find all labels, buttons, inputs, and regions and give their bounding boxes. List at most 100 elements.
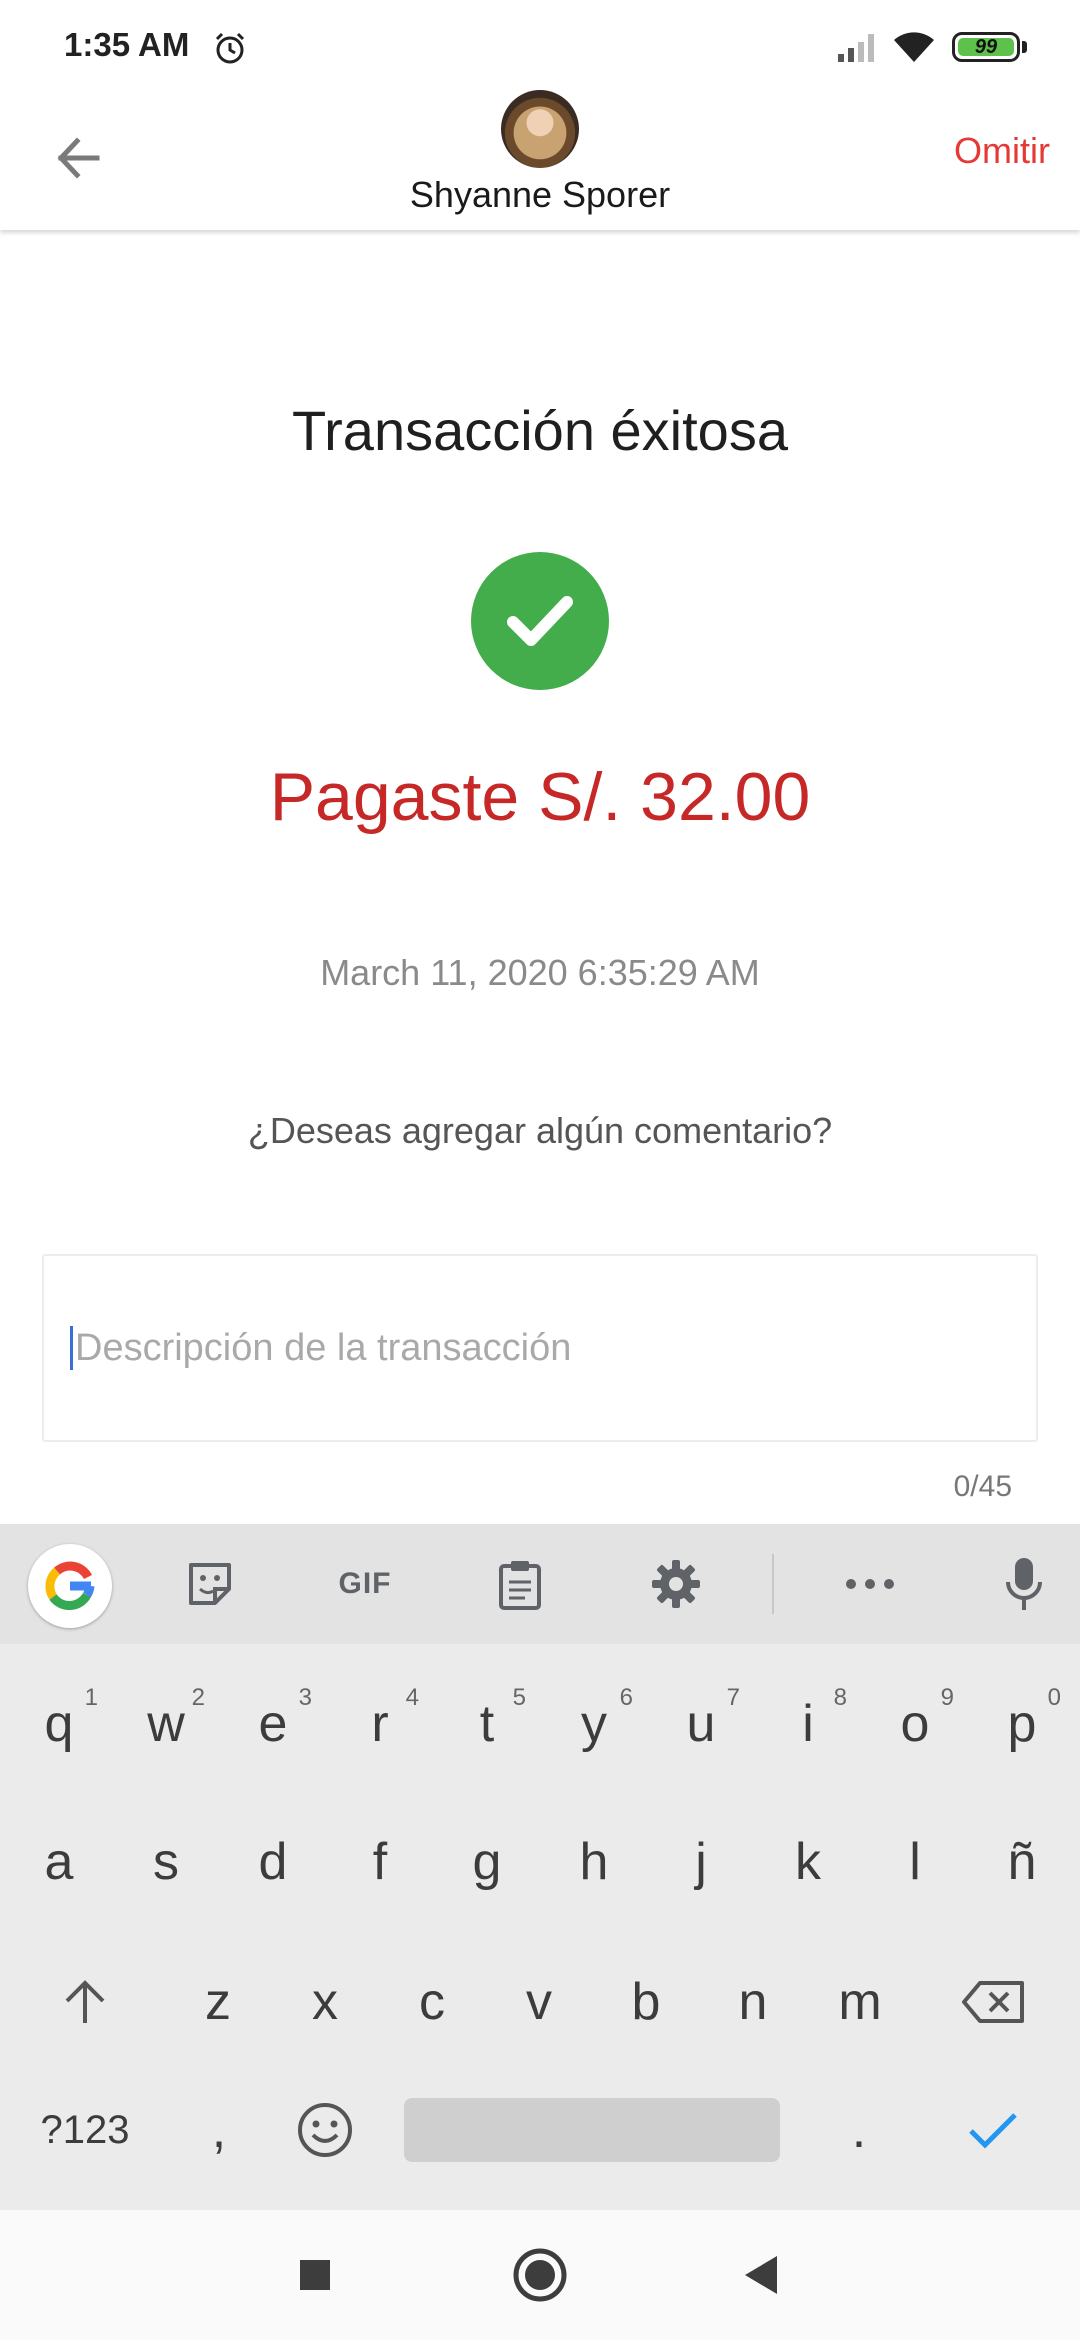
key-label: n [738, 1973, 768, 2031]
key-hint: 7 [726, 1684, 740, 1711]
app-bar: Shyanne Sporer Omitir [0, 90, 1080, 230]
key-hint: 3 [298, 1684, 312, 1711]
description-placeholder: Descripción de la transacción [75, 1326, 572, 1369]
gif-button[interactable]: GIF [330, 1554, 400, 1614]
key-hint: 9 [940, 1684, 954, 1711]
keyboard: GIF q 1 w 2 e 3 r 4 t 5 y 6 u 7 i 8 o 9 … [0, 1524, 1080, 2210]
gif-label: GIF [338, 1567, 392, 1600]
toolbar-divider [772, 1554, 774, 1614]
payment-amount: Pagaste S/. 32.00 [269, 759, 811, 835]
page-title: Transacción éxitosa [292, 399, 788, 462]
key-label: r [371, 1695, 389, 1753]
key-i[interactable]: i8 [763, 1674, 853, 1774]
gear-icon[interactable] [646, 1554, 706, 1614]
key-label: , [211, 2101, 227, 2159]
key-hint: 6 [619, 1684, 633, 1711]
key-label: d [258, 1833, 288, 1891]
key-e[interactable]: e3 [228, 1674, 318, 1774]
key-label: . [851, 2101, 867, 2159]
shift-key[interactable] [40, 1952, 130, 2052]
key-z[interactable]: z [173, 1952, 263, 2052]
contact-name: Shyanne Sporer [409, 174, 671, 215]
key-label: m [838, 1973, 882, 2031]
key-b[interactable]: b [601, 1952, 691, 2052]
sticker-icon[interactable] [180, 1554, 240, 1614]
more-icon[interactable] [840, 1554, 900, 1614]
key-n[interactable]: n [708, 1952, 798, 2052]
backspace-key[interactable] [948, 1952, 1038, 2052]
key-label: y [581, 1695, 607, 1753]
status-time: 1:35 AM [64, 26, 190, 63]
comma-key[interactable]: , [174, 2080, 264, 2180]
key-hint: 0 [1047, 1684, 1061, 1711]
circle-home-icon [513, 2248, 567, 2302]
key-hint: 2 [191, 1684, 205, 1711]
key-label: b [631, 1973, 661, 2031]
clipboard-icon[interactable] [490, 1554, 550, 1614]
key-g[interactable]: g [442, 1812, 532, 1912]
triangle-back-icon [745, 2256, 777, 2294]
skip-button[interactable]: Omitir [954, 130, 1050, 172]
key-a[interactable]: a [14, 1812, 104, 1912]
google-icon[interactable] [28, 1544, 112, 1628]
char-counter: 0/45 [953, 1470, 1012, 1503]
key-m[interactable]: m [815, 1952, 905, 2052]
navigation-bar [0, 2210, 1080, 2340]
key-j[interactable]: j [656, 1812, 746, 1912]
period-key[interactable]: . [814, 2080, 904, 2180]
key-q[interactable]: q1 [14, 1674, 104, 1774]
recents-button[interactable] [282, 2242, 348, 2308]
key-p[interactable]: p0 [977, 1674, 1067, 1774]
key-hint: 8 [833, 1684, 847, 1711]
mic-icon[interactable] [994, 1554, 1054, 1614]
key-o[interactable]: o9 [870, 1674, 960, 1774]
key-v[interactable]: v [494, 1952, 584, 2052]
key-s[interactable]: s [121, 1812, 211, 1912]
key-y[interactable]: y6 [549, 1674, 639, 1774]
done-key[interactable] [948, 2080, 1038, 2180]
key-label: h [579, 1833, 609, 1891]
key-k[interactable]: k [763, 1812, 853, 1912]
key-label: f [372, 1833, 388, 1891]
avatar [501, 90, 579, 168]
battery-level: 99 [958, 36, 1014, 58]
key-label: j [695, 1833, 707, 1891]
key-label: s [153, 1833, 179, 1891]
key-w[interactable]: w2 [121, 1674, 211, 1774]
nav-back-button[interactable] [728, 2242, 794, 2308]
key-label: i [802, 1695, 814, 1753]
check-circle-icon [471, 552, 609, 690]
key-f[interactable]: f [335, 1812, 425, 1912]
backspace-icon [962, 1981, 1024, 2023]
shift-icon [65, 1980, 105, 2023]
key-label: e [258, 1695, 288, 1753]
key-t[interactable]: t5 [442, 1674, 532, 1774]
key-d[interactable]: d [228, 1812, 318, 1912]
comment-question: ¿Deseas agregar algún comentario? [247, 1110, 833, 1151]
wifi-icon [894, 32, 934, 62]
spacebar-key[interactable] [404, 2098, 780, 2162]
symbols-key[interactable]: ?123 [30, 2080, 140, 2180]
key-label: x [312, 1973, 338, 2031]
battery-icon: 99 [952, 32, 1020, 62]
square-icon [300, 2260, 330, 2290]
home-button[interactable] [507, 2242, 573, 2308]
description-input[interactable]: Descripción de la transacción [42, 1254, 1038, 1442]
emoji-key[interactable] [280, 2080, 370, 2180]
key-label: g [472, 1833, 502, 1891]
key-r[interactable]: r4 [335, 1674, 425, 1774]
key-label: v [526, 1973, 552, 2031]
key-x[interactable]: x [280, 1952, 370, 2052]
key-l[interactable]: l [870, 1812, 960, 1912]
key-hint: 5 [512, 1684, 526, 1711]
transaction-datetime: March 11, 2020 6:35:29 AM [320, 952, 760, 993]
key-c[interactable]: c [387, 1952, 477, 2052]
key-u[interactable]: u7 [656, 1674, 746, 1774]
key-hint: 1 [84, 1684, 98, 1711]
battery-tip [1022, 41, 1027, 53]
key-label: ?123 [40, 2107, 130, 2152]
key-h[interactable]: h [549, 1812, 639, 1912]
key-enye[interactable]: ñ [977, 1812, 1067, 1912]
key-label: w [147, 1695, 185, 1753]
keyboard-toolbar: GIF [0, 1524, 1080, 1644]
